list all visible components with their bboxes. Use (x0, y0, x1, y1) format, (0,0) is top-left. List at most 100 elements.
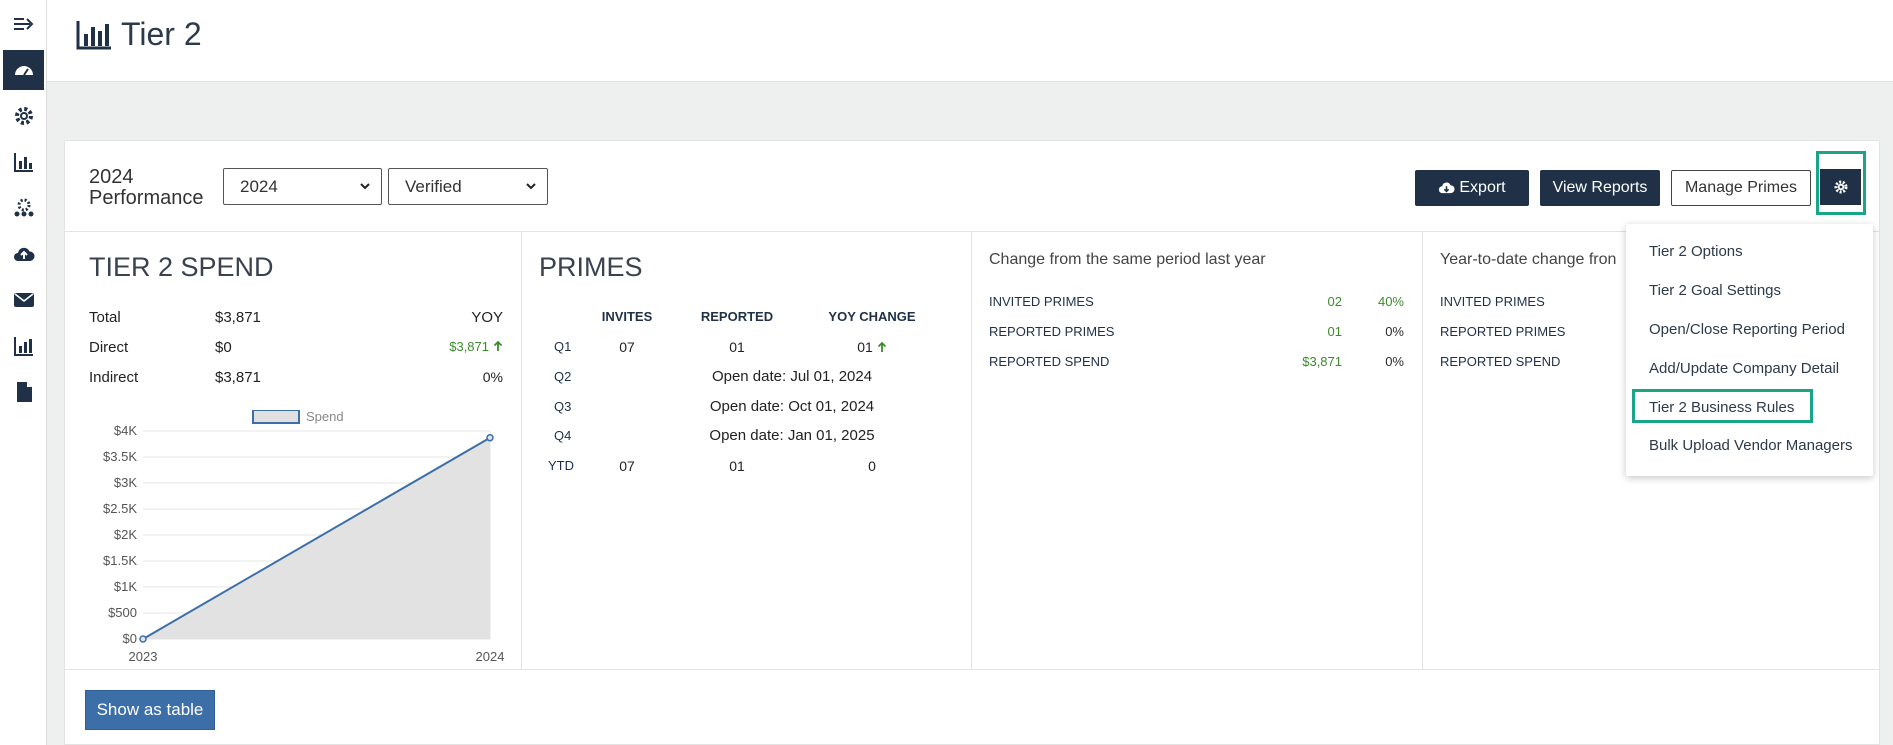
primes-q1-reported: 01 (729, 339, 745, 355)
performance-year-text: 2024 (89, 166, 134, 188)
sidebar-item-reports[interactable] (3, 142, 44, 182)
year-select-value: 2024 (240, 177, 278, 196)
change-same-period-title: Change from the same period last year (989, 251, 1266, 268)
sidebar-item-team[interactable] (3, 188, 44, 228)
menu-item-tier2-options[interactable]: Tier 2 Options (1649, 243, 1743, 260)
x-tick-label: 2023 (129, 649, 158, 664)
view-reports-label: View Reports (1552, 179, 1648, 196)
sidebar-item-documents[interactable] (3, 372, 44, 412)
primes-header-reported: REPORTED (700, 309, 774, 324)
invited-primes-pct: 40% (1377, 294, 1404, 309)
primes-q3-open-date: Open date: Oct 01, 2024 (709, 398, 875, 415)
sidebar-item-upload[interactable] (3, 234, 44, 274)
ytd-reported-spend-label: REPORTED SPEND (1440, 354, 1561, 369)
analytics-icon (13, 337, 33, 356)
ytd-change-title: Year-to-date change fron (1440, 251, 1617, 268)
spend-total-value: $3,871 (215, 309, 261, 326)
spend-yoy-header: YOY (471, 309, 503, 326)
gear-icon (1834, 180, 1847, 194)
y-tick-label: $1K (114, 579, 137, 594)
reported-spend-value: $3,871 (1302, 354, 1342, 369)
show-as-table-button[interactable]: Show as table (85, 690, 215, 730)
manage-primes-button[interactable]: Manage Primes (1671, 170, 1811, 206)
primes-ytd-reported: 01 (729, 458, 745, 474)
export-button[interactable]: Export (1415, 170, 1529, 206)
reported-primes-label: REPORTED PRIMES (989, 324, 1115, 339)
menu-item-open-close-reporting-period[interactable]: Open/Close Reporting Period (1649, 321, 1845, 338)
reported-spend-pct: 0% (1385, 354, 1404, 369)
performance-label: 2024 Performance (89, 167, 204, 209)
report-chart-icon (13, 153, 33, 172)
y-tick-label: $4K (114, 423, 137, 438)
invited-primes-value: 02 (1327, 294, 1342, 309)
spend-direct-label: Direct (89, 339, 129, 356)
export-label: Export (1459, 179, 1506, 196)
team-settings-icon (14, 198, 33, 217)
view-reports-button[interactable]: View Reports (1540, 170, 1660, 206)
primes-q1-yoy: 01 (812, 339, 932, 355)
spend-indirect-yoy: 0% (482, 369, 503, 385)
sidebar-item-analytics[interactable] (3, 326, 44, 366)
sidebar-item-dashboard[interactable] (3, 50, 44, 90)
primes-q1-yoy-value: 01 (857, 339, 873, 355)
toolbar: 2024 Performance 2024 Verified Export Vi… (65, 141, 1879, 232)
legend-swatch (252, 410, 300, 424)
sidebar-item-settings[interactable] (3, 96, 44, 136)
page-title-group: Tier 2 (75, 16, 202, 53)
ytd-invited-primes-label: INVITED PRIMES (1440, 294, 1545, 309)
y-tick-label: $3.5K (103, 449, 137, 464)
page-header: Tier 2 (47, 0, 1893, 82)
settings-dropdown-menu: Tier 2 Options Tier 2 Goal Settings Open… (1626, 224, 1873, 476)
dashboard-gauge-icon (14, 66, 33, 76)
envelope-icon (13, 293, 34, 307)
sidebar (0, 0, 47, 745)
menu-item-tier2-business-rules[interactable]: Tier 2 Business Rules (1649, 399, 1794, 416)
year-select[interactable]: 2024 (223, 168, 382, 205)
spend-total-label: Total (89, 309, 121, 326)
cloud-download-icon (1439, 182, 1455, 194)
manage-primes-label: Manage Primes (1684, 179, 1798, 196)
legend-label: Spend (306, 410, 344, 424)
primes-q3-label: Q3 (554, 399, 572, 414)
primes-q4-label: Q4 (554, 428, 572, 443)
primes-title: PRIMES (539, 252, 643, 282)
spend-indirect-value: $3,871 (215, 369, 261, 386)
spend-point (486, 433, 494, 442)
bar-chart-icon (76, 20, 111, 49)
y-tick-label: $3K (114, 475, 137, 490)
chevron-down-icon (526, 183, 536, 190)
primes-q2-label: Q2 (554, 369, 572, 384)
y-tick-label: $0 (123, 631, 137, 646)
change-same-period-column: Change from the same period last year IN… (972, 232, 1423, 669)
y-tick-label: $2.5K (103, 501, 137, 516)
tier2-spend-title: TIER 2 SPEND (89, 252, 274, 282)
spend-direct-yoy-value: $3,871 (449, 339, 489, 354)
performance-text: Performance (89, 187, 204, 209)
primes-ytd-invites: 07 (619, 458, 635, 474)
primes-q1-invites: 07 (619, 339, 635, 355)
menu-item-tier2-goal-settings[interactable]: Tier 2 Goal Settings (1649, 282, 1781, 299)
spend-direct-value: $0 (215, 339, 232, 356)
reported-primes-pct: 0% (1385, 324, 1404, 339)
up-arrow-icon (877, 341, 886, 352)
spend-direct-yoy: $3,871 (449, 339, 503, 354)
spend-indirect-label: Indirect (89, 369, 139, 386)
document-icon (16, 382, 32, 402)
primes-q2-open-date: Open date: Jul 01, 2024 (711, 368, 873, 385)
x-tick-label: 2024 (476, 649, 505, 664)
status-select[interactable]: Verified (388, 168, 548, 205)
chevron-down-icon (360, 183, 370, 190)
primes-ytd-yoy: 0 (868, 458, 876, 474)
sidebar-item-messages[interactable] (3, 280, 44, 320)
spend-area-chart: Spend $0 $500 $1K $1.5K $2K $2.5K $3K $3.5K $4K 20… (103, 410, 505, 664)
primes-column: PRIMES INVITES REPORTED YOY CHANGE Q1 07… (522, 232, 972, 669)
page-title: Tier 2 (121, 16, 202, 52)
primes-q1-label: Q1 (554, 339, 572, 354)
menu-item-bulk-upload-vendor-managers[interactable]: Bulk Upload Vendor Managers (1649, 437, 1852, 454)
expand-sidebar-button[interactable] (3, 4, 44, 44)
bottom-bar: Show as table (65, 669, 1879, 745)
menu-item-add-update-company-detail[interactable]: Add/Update Company Detail (1649, 360, 1839, 377)
ytd-reported-primes-label: REPORTED PRIMES (1440, 324, 1566, 339)
settings-gear-button[interactable] (1820, 169, 1861, 205)
spend-point (139, 635, 147, 643)
